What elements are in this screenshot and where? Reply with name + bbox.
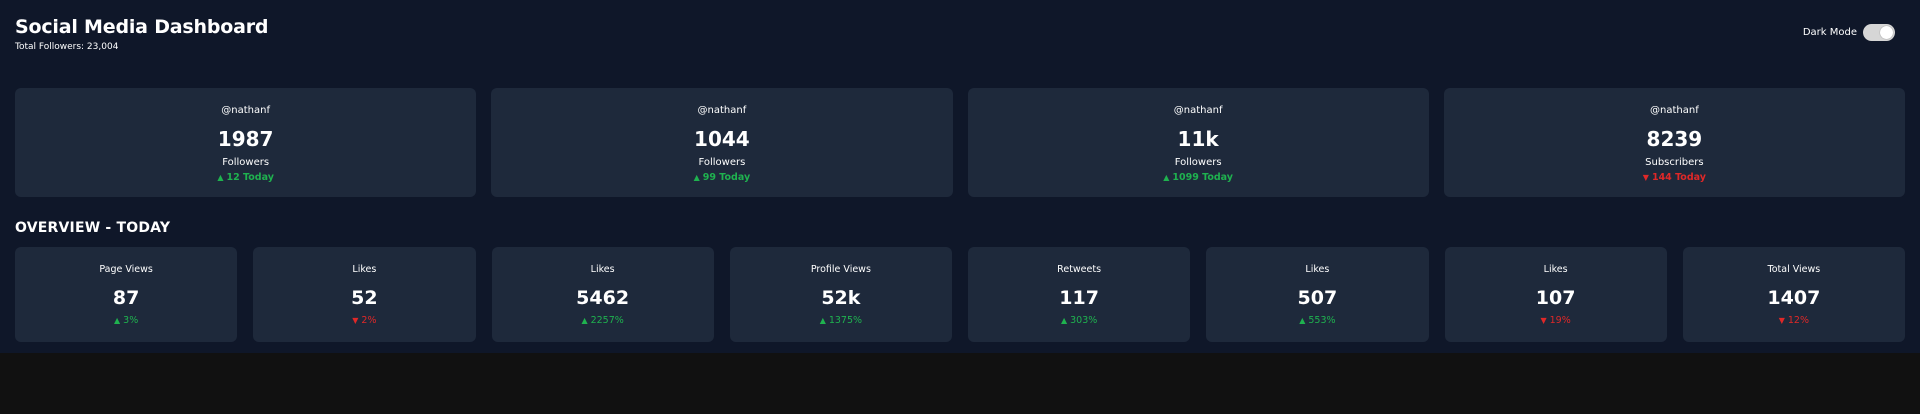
follower-card[interactable]: @nathanf 11k Followers ▲ 1099 Today [967, 88, 1429, 197]
overview-title: OVERVIEW - TODAY [15, 220, 171, 236]
overview-change-text: 1375% [828, 315, 863, 326]
card-handle: @nathanf [1173, 105, 1223, 116]
overview-change: ▲ 1375% [730, 314, 952, 327]
overview-card[interactable]: Likes 52 ▼ 2% [253, 247, 476, 342]
arrow-up-icon: ▲ [1299, 316, 1306, 325]
card-handle: @nathanf [1650, 105, 1699, 116]
overview-value: 52 [351, 287, 378, 309]
overview-value: 1407 [1767, 287, 1821, 309]
overview-change: ▲ 553% [1206, 314, 1428, 327]
follower-cards: @nathanf 1987 Followers ▲ 12 Today @natha… [15, 88, 1905, 197]
overview-change-text: 19% [1549, 315, 1571, 326]
arrow-up-icon: ▲ [114, 316, 121, 325]
overview-card[interactable]: Profile Views 52k ▲ 1375% [729, 247, 952, 342]
card-change-text: 144 Today [1651, 172, 1706, 183]
dark-mode-label: Dark Mode [1802, 27, 1857, 38]
overview-value: 107 [1535, 287, 1576, 309]
arrow-up-icon: ▲ [693, 173, 700, 182]
overview-label: Likes [352, 264, 377, 275]
page-title: Social Media Dashboard [15, 16, 269, 38]
overview-value: 5462 [576, 287, 630, 309]
arrow-up-icon: ▲ [217, 173, 224, 182]
overview-label: Profile Views [810, 264, 871, 275]
overview-value: 507 [1297, 287, 1338, 309]
card-label: Followers [222, 157, 270, 168]
arrow-down-icon: ▼ [352, 316, 359, 325]
arrow-up-icon: ▲ [819, 316, 826, 325]
card-handle: @nathanf [697, 105, 747, 116]
card-change: ▲ 12 Today [15, 171, 476, 184]
overview-change: ▲ 3% [15, 314, 237, 327]
card-count: 1044 [694, 127, 750, 151]
overview-label: Likes [1305, 264, 1330, 275]
overview-card[interactable]: Likes 507 ▲ 553% [1206, 247, 1429, 342]
card-change: ▲ 1099 Today [968, 171, 1429, 184]
total-followers: Total Followers: 23,004 [15, 42, 119, 52]
arrow-down-icon: ▼ [1778, 316, 1785, 325]
card-change: ▲ 99 Today [491, 171, 952, 184]
overview-label: Retweets [1057, 264, 1102, 275]
overview-change-text: 2257% [590, 315, 624, 326]
overview-card[interactable]: Total Views 1407 ▼ 12% [1682, 247, 1905, 342]
toggle-knob [1880, 26, 1893, 39]
card-count: 8239 [1646, 127, 1703, 151]
card-label: Subscribers [1645, 157, 1704, 168]
overview-change: ▼ 2% [253, 314, 475, 327]
overview-change-text: 553% [1308, 315, 1336, 326]
overview-change-text: 12% [1787, 315, 1810, 326]
overview-label: Page Views [99, 264, 153, 275]
card-label: Followers [1174, 157, 1222, 168]
overview-card[interactable]: Page Views 87 ▲ 3% [15, 247, 238, 342]
card-change: ▼ 144 Today [1444, 171, 1905, 184]
overview-change: ▲ 2257% [492, 314, 714, 327]
dashboard: Social Media Dashboard Total Followers: … [0, 0, 1920, 353]
dark-mode-control: Dark Mode [1803, 24, 1895, 41]
arrow-down-icon: ▼ [1642, 173, 1649, 182]
overview-change-text: 2% [361, 315, 377, 326]
arrow-up-icon: ▲ [1163, 173, 1170, 182]
overview-change: ▲ 303% [968, 314, 1190, 327]
overview-change: ▼ 19% [1445, 314, 1667, 327]
arrow-up-icon: ▲ [581, 316, 588, 325]
header: Social Media Dashboard Total Followers: … [15, 15, 1905, 73]
arrow-down-icon: ▼ [1540, 316, 1547, 325]
overview-card[interactable]: Retweets 117 ▲ 303% [968, 247, 1191, 342]
overview-value: 87 [112, 287, 140, 309]
overview-value: 52k [821, 287, 861, 309]
overview-change-text: 3% [123, 315, 139, 326]
overview-grid: Page Views 87 ▲ 3% Likes 52 ▼ 2% Likes 546… [15, 247, 1905, 342]
follower-card[interactable]: @nathanf 1044 Followers ▲ 99 Today [491, 88, 953, 197]
arrow-up-icon: ▲ [1060, 316, 1068, 325]
overview-change-text: 303% [1070, 315, 1098, 326]
card-change-text: 99 Today [702, 172, 751, 183]
overview-card[interactable]: Likes 107 ▼ 19% [1444, 247, 1667, 342]
card-handle: @nathanf [221, 105, 270, 116]
subscriber-card[interactable]: @nathanf 8239 Subscribers ▼ 144 Today [1443, 88, 1905, 197]
overview-label: Likes [1543, 264, 1568, 275]
overview-card[interactable]: Likes 5462 ▲ 2257% [491, 247, 714, 342]
card-label: Followers [698, 157, 746, 168]
card-count: 11k [1177, 127, 1219, 151]
card-change-text: 12 Today [226, 172, 274, 183]
card-change-text: 1099 Today [1172, 172, 1233, 183]
dark-mode-toggle[interactable] [1863, 24, 1895, 41]
follower-card[interactable]: @nathanf 1987 Followers ▲ 12 Today [15, 88, 477, 197]
overview-label: Likes [590, 264, 615, 275]
overview-value: 117 [1059, 287, 1099, 309]
card-count: 1987 [217, 127, 274, 151]
overview-change: ▼ 12% [1683, 314, 1905, 327]
overview-label: Total Views [1767, 264, 1821, 275]
